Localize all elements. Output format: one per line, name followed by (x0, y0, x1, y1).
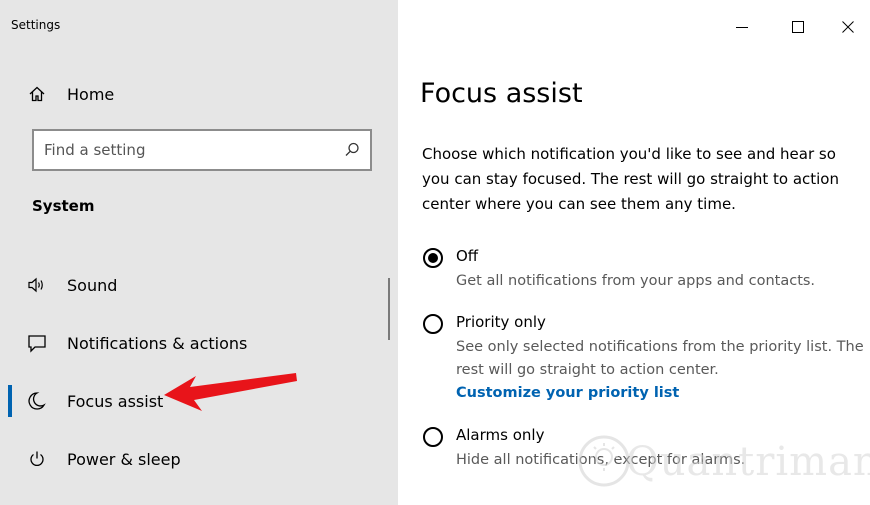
annotation-arrow-icon (164, 373, 297, 411)
search-box (32, 129, 372, 171)
sidebar-item-label: Focus assist (67, 391, 164, 411)
maximize-icon (792, 21, 804, 33)
radio-alarms-only[interactable] (423, 427, 443, 447)
search-input[interactable] (34, 131, 334, 169)
page-description: Choose which notification you'd like to … (422, 145, 839, 213)
sidebar-item-label: Notifications & actions (67, 333, 248, 353)
customize-priority-list-link[interactable]: Customize your priority list (456, 382, 870, 405)
sidebar-item-label: Home (67, 84, 115, 104)
radio-description-block: See only selected notifications from the… (456, 336, 870, 405)
radio-label: Alarms only (456, 426, 545, 444)
settings-window: Settings Home System Sound Notification (0, 0, 870, 505)
sidebar-scrollbar[interactable] (388, 278, 390, 340)
radio-label: Off (456, 247, 479, 265)
power-icon (26, 448, 48, 470)
close-button[interactable] (826, 12, 870, 42)
sidebar-item-home[interactable]: Home (0, 72, 398, 116)
search-icon[interactable] (342, 140, 362, 160)
section-title: System (32, 197, 95, 215)
minimize-button[interactable] (720, 12, 764, 42)
radio-off[interactable] (423, 248, 443, 268)
maximize-button[interactable] (776, 12, 820, 42)
radio-description: Hide all notifications, except for alarm… (456, 452, 746, 468)
radio-description: Get all notifications from your apps and… (456, 273, 816, 289)
moon-icon (26, 390, 48, 412)
sidebar-item-sound[interactable]: Sound (0, 263, 398, 307)
sidebar-item-power-sleep[interactable]: Power & sleep (0, 437, 398, 481)
radio-label: Priority only (456, 313, 546, 331)
sidebar-item-notifications[interactable]: Notifications & actions (0, 321, 398, 365)
minimize-icon (736, 27, 748, 28)
app-title: Settings (11, 18, 61, 32)
sidebar: Settings Home System Sound Notification (0, 0, 398, 505)
radio-priority-only[interactable] (423, 314, 443, 334)
sidebar-item-label: Power & sleep (67, 449, 181, 469)
notification-icon (26, 332, 48, 354)
sidebar-item-label: Sound (67, 275, 118, 295)
home-icon (26, 83, 48, 105)
page-title: Focus assist (420, 78, 583, 109)
speaker-icon (26, 274, 48, 296)
radio-description: See only selected notifications from the… (456, 339, 864, 378)
close-icon (842, 21, 854, 33)
